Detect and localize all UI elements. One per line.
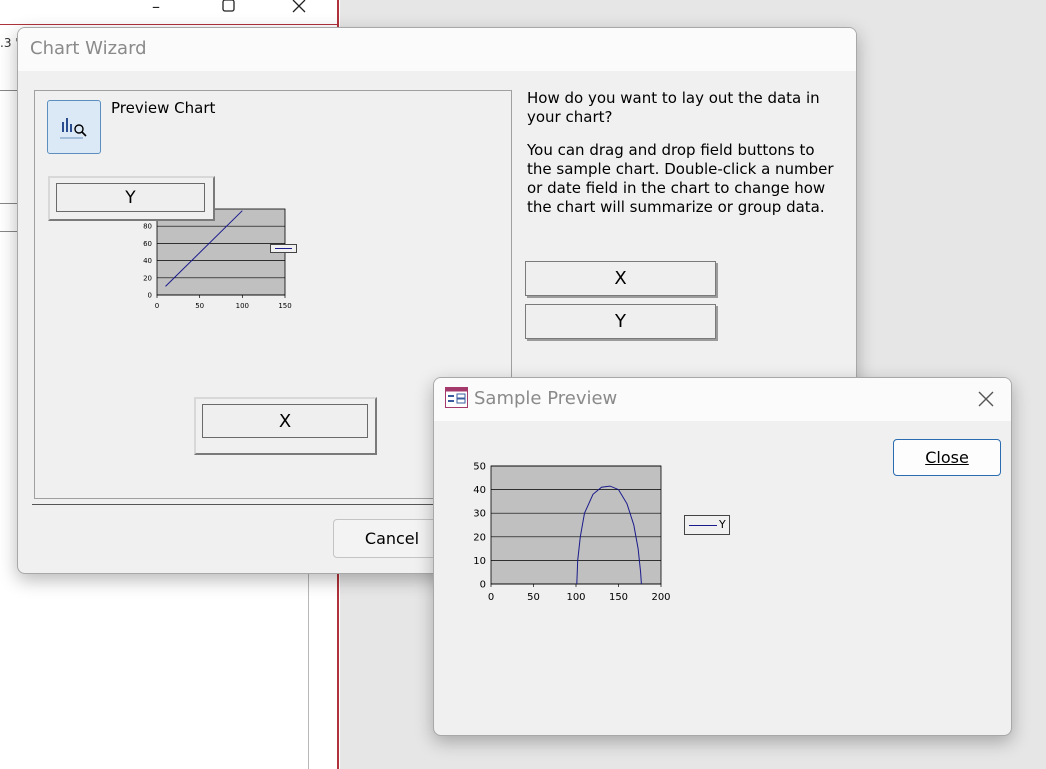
legend-line [275,248,292,249]
axis-drop-zone[interactable]: X [194,397,377,455]
sample-preview-titlebar: Sample Preview [434,378,1011,421]
y-tick-label: 80 [143,223,152,231]
plot-area [156,208,286,296]
x-tick-label: 150 [609,592,628,603]
minimize-icon[interactable]: – [152,0,160,15]
legend-line [689,525,717,526]
sample-preview-dialog: Sample Preview Close 0 10 20 30 40 50 0 50 100 15… [433,377,1012,736]
maximize-icon[interactable] [222,0,236,15]
preview-chart-button[interactable] [47,100,101,154]
data-drop-zone[interactable]: Y [48,176,215,221]
layout-question: How do you want to lay out the data in y… [527,89,820,126]
close-icon[interactable] [292,0,306,15]
preview-chart-label: Preview Chart [111,99,216,117]
y-tick-label: 10 [473,556,486,567]
x-field-button[interactable]: X [202,404,368,438]
y-tick-label: 20 [473,532,486,543]
divider [308,560,309,769]
x-tick-label: 0 [155,302,159,310]
x-tick-label: 100 [236,302,249,310]
legend-label: Y [719,518,726,531]
layout-instructions: You can drag and drop field buttons to t… [527,141,834,216]
form-icon [445,387,468,408]
chart-magnifier-icon [60,118,87,139]
y-field-button[interactable]: Y [56,183,205,212]
cell-text: .3 ' [0,36,19,50]
x-tick-label: 100 [566,592,585,603]
dialog-title: Chart Wizard [30,38,147,59]
x-tick-label: 50 [195,302,204,310]
sample-preview-chart[interactable]: 0 10 20 30 40 50 0 50 100 150 200 [454,456,694,614]
field-button-x[interactable]: X [525,261,716,296]
chart-legend [270,244,297,253]
close-icon[interactable] [978,391,994,407]
y-tick-label: 0 [148,291,152,299]
divider [0,24,338,25]
close-button[interactable]: Close [893,439,1001,476]
y-tick-label: 0 [480,580,486,591]
x-tick-label: 0 [488,592,494,603]
y-tick-label: 20 [143,274,152,282]
close-mnemonic: Close [925,448,969,467]
chart-legend: Y [684,515,730,535]
y-tick-label: 40 [473,485,486,496]
y-tick-label: 30 [473,509,486,520]
y-tick-label: 60 [143,240,152,248]
x-tick-label: 200 [651,592,670,603]
x-tick-label: 50 [527,592,540,603]
y-tick-label: 40 [143,257,152,265]
field-button-y[interactable]: Y [525,304,716,339]
chart-wizard-titlebar: Chart Wizard [18,28,856,71]
x-tick-label: 150 [278,302,291,310]
dialog-title: Sample Preview [474,388,618,409]
y-tick-label: 50 [473,462,486,473]
plot-area [490,465,662,585]
background-titlebar: – [0,0,340,24]
